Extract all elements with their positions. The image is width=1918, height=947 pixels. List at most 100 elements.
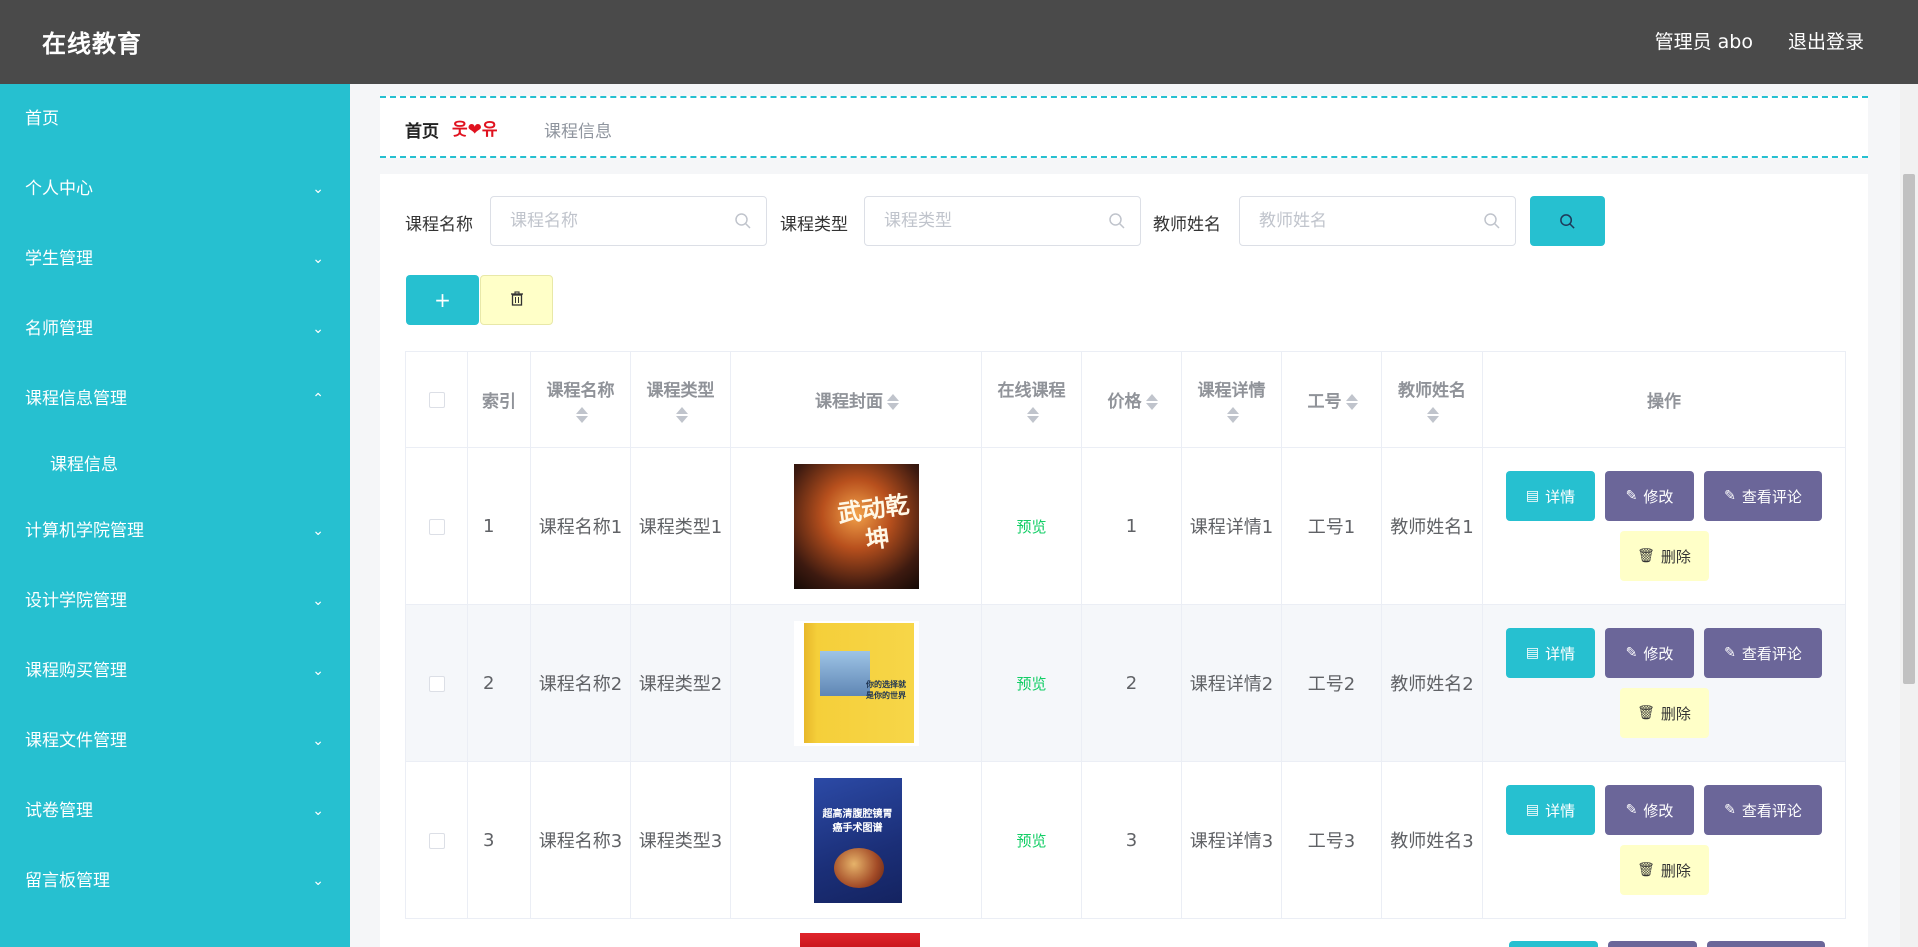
search-icon <box>734 212 752 234</box>
cover-title: 武动乾坤 <box>835 488 911 554</box>
sidebar-item-teacher-mgmt[interactable]: 名师管理 ⌄ <box>0 294 350 364</box>
preview-link[interactable]: 预览 <box>1016 675 1046 693</box>
scrollbar-thumb[interactable] <box>1903 174 1915 684</box>
sort-icon[interactable] <box>1226 407 1239 423</box>
sidebar-item-exam-mgmt[interactable]: 试卷管理 ⌄ <box>0 776 350 846</box>
column-header-cover[interactable]: 课程封面 <box>730 351 982 448</box>
column-header-course-type[interactable]: 课程类型 <box>630 351 731 448</box>
course-name-cell: 课程名称2 <box>530 604 631 762</box>
batch-delete-button[interactable] <box>480 275 553 325</box>
sort-icon[interactable] <box>1026 407 1039 423</box>
trash-icon <box>510 291 524 310</box>
pencil-icon: ✎ <box>1724 645 1736 661</box>
chevron-down-icon: ⌄ <box>312 181 324 197</box>
course-type-field[interactable] <box>864 196 1141 246</box>
current-user: 管理员 abo <box>1654 31 1753 53</box>
detail-button[interactable]: ▤ 详情 <box>1506 628 1595 678</box>
chevron-down-icon: ⌄ <box>312 251 324 267</box>
app-title: 在线教育 <box>42 30 142 58</box>
sort-icon[interactable] <box>1345 394 1358 410</box>
breadcrumb-separator: 웃❤유 <box>452 120 498 140</box>
course-cover-image: 武动乾坤 <box>793 463 919 589</box>
course-cover-image <box>800 933 920 947</box>
document-icon: ▤ <box>1525 645 1540 661</box>
edit-button[interactable]: ✎ 修改 <box>1605 471 1694 521</box>
scrollbar[interactable] <box>1900 84 1918 947</box>
course-name-field[interactable] <box>490 196 767 246</box>
view-comments-button[interactable]: ✎ 查看评论 <box>1704 785 1822 835</box>
column-header-teacher[interactable]: 教师姓名 <box>1381 351 1483 448</box>
column-header-course-name[interactable]: 课程名称 <box>530 351 631 448</box>
sidebar-item-file-mgmt[interactable]: 课程文件管理 ⌄ <box>0 706 350 776</box>
chevron-down-icon: ⌄ <box>312 321 324 337</box>
edit-button[interactable]: ✎ 修改 <box>1605 628 1694 678</box>
column-header-index: 索引 <box>467 351 531 448</box>
detail-cell: 课程详情1 <box>1181 447 1282 605</box>
sort-icon[interactable] <box>675 407 688 423</box>
search-button[interactable] <box>1530 196 1605 246</box>
select-all-checkbox[interactable] <box>428 391 445 408</box>
chevron-down-icon: ⌄ <box>312 523 324 539</box>
select-all-cell <box>405 351 468 448</box>
pencil-icon: ✎ <box>1625 802 1638 818</box>
course-name-input[interactable] <box>491 197 711 245</box>
course-type-label: 课程类型 <box>780 215 848 235</box>
sidebar-item-course-info[interactable]: 课程信息 <box>0 434 350 496</box>
column-header-job-no[interactable]: 工号 <box>1281 351 1382 448</box>
sidebar-item-design-college-mgmt[interactable]: 设计学院管理 ⌄ <box>0 566 350 636</box>
teacher-cell: 教师姓名1 <box>1381 447 1483 605</box>
preview-link[interactable]: 预览 <box>1016 518 1046 536</box>
edit-button[interactable] <box>1608 941 1697 947</box>
logout-link[interactable]: 退出登录 <box>1788 27 1864 54</box>
edit-button[interactable]: ✎ 修改 <box>1605 785 1694 835</box>
job-no-cell: 工号2 <box>1281 604 1382 762</box>
sidebar-item-label: 课程信息 <box>50 455 118 475</box>
sort-icon[interactable] <box>887 394 899 410</box>
column-header-detail[interactable]: 课程详情 <box>1181 351 1282 448</box>
course-type-input[interactable] <box>865 197 1085 245</box>
column-header-actions: 操作 <box>1482 351 1846 448</box>
sidebar-item-course-info-mgmt[interactable]: 课程信息管理 ⌃ <box>0 364 350 434</box>
search-icon <box>1483 212 1501 234</box>
sort-icon[interactable] <box>1145 394 1158 410</box>
delete-button[interactable]: 🗑 删除 <box>1619 531 1709 581</box>
sidebar-item-personal-center[interactable]: 个人中心 ⌄ <box>0 154 350 224</box>
delete-button[interactable]: 🗑 删除 <box>1619 688 1709 738</box>
sort-icon[interactable] <box>1427 407 1439 423</box>
table-row: 2 课程名称2 课程类型2 你的选择就是你的世界 预览 2 课程详情2 工号2 … <box>405 604 1846 762</box>
sidebar-item-label: 首页 <box>25 109 59 129</box>
sidebar-item-purchase-mgmt[interactable]: 课程购买管理 ⌄ <box>0 636 350 706</box>
sidebar-item-message-board-mgmt[interactable]: 留言板管理 ⌄ <box>0 846 350 916</box>
price-cell: 3 <box>1081 761 1182 919</box>
search-icon <box>1108 212 1126 234</box>
table-row-partial <box>405 918 1845 947</box>
detail-button[interactable]: ▤ 详情 <box>1506 471 1595 521</box>
row-checkbox[interactable] <box>428 832 445 849</box>
document-icon: ▤ <box>1525 802 1540 818</box>
row-index: 2 <box>467 604 531 762</box>
trash-icon: 🗑 <box>1637 705 1655 721</box>
detail-button[interactable] <box>1509 941 1598 947</box>
sidebar-item-student-mgmt[interactable]: 学生管理 ⌄ <box>0 224 350 294</box>
sidebar-item-home[interactable]: 首页 <box>0 84 350 154</box>
preview-link[interactable]: 预览 <box>1016 832 1046 850</box>
teacher-name-input[interactable] <box>1240 197 1460 245</box>
sidebar-item-label: 课程信息管理 <box>25 389 127 409</box>
chevron-down-icon: ⌄ <box>312 803 324 819</box>
sidebar-item-cs-college-mgmt[interactable]: 计算机学院管理 ⌄ <box>0 496 350 566</box>
sort-icon[interactable] <box>575 407 588 423</box>
detail-button[interactable]: ▤ 详情 <box>1506 785 1595 835</box>
view-comments-button[interactable]: ✎ 查看评论 <box>1704 471 1822 521</box>
column-header-online[interactable]: 在线课程 <box>981 351 1082 448</box>
detail-cell: 课程详情2 <box>1181 604 1282 762</box>
view-comments-button[interactable]: ✎ 查看评论 <box>1704 628 1822 678</box>
view-comments-button[interactable] <box>1707 941 1825 947</box>
teacher-name-field[interactable] <box>1239 196 1516 246</box>
table-row: 3 课程名称3 课程类型3 超高清腹腔镜胃癌手术图谱 预览 3 课程详情3 工号… <box>405 761 1846 919</box>
row-checkbox[interactable] <box>428 675 445 692</box>
delete-button[interactable]: 🗑 删除 <box>1619 845 1709 895</box>
column-header-price[interactable]: 价格 <box>1081 351 1182 448</box>
add-button[interactable]: + <box>406 275 479 325</box>
row-checkbox[interactable] <box>428 518 445 535</box>
breadcrumb-home[interactable]: 首页 <box>405 117 439 142</box>
